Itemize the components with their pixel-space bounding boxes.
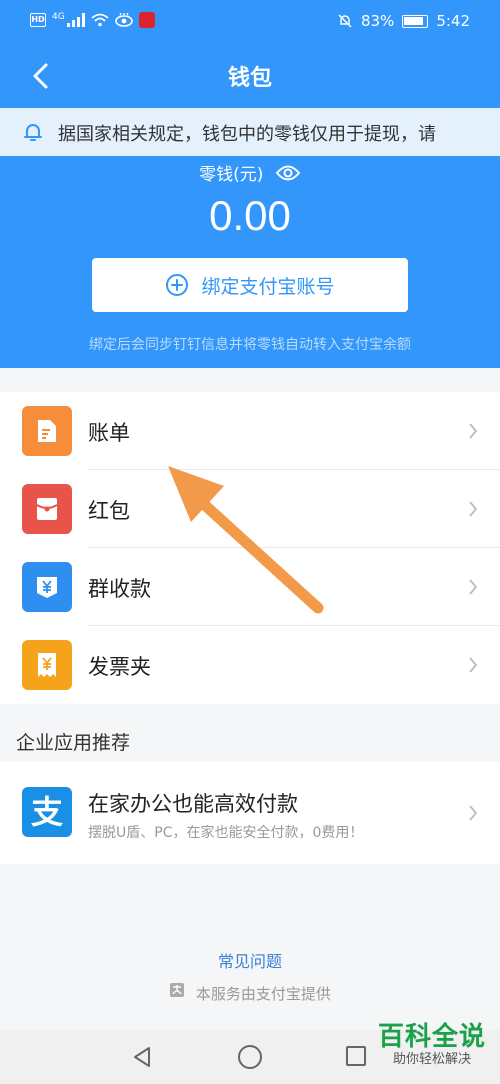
hd-icon: HD [30,13,46,27]
watermark-sub: 助你轻松解决 [392,1052,471,1067]
menu-item-label: 红包 [88,499,130,523]
app-notification-icon [138,12,155,28]
faq-link[interactable]: 常见问题 [0,948,500,972]
provider-note: 本服务由支付宝提供 [0,982,500,1004]
bell-icon [24,124,42,141]
plus-circle-icon [166,274,189,296]
menu-item-label: 群收款 [88,577,151,601]
system-recents-icon[interactable] [346,1046,366,1066]
alipay-glyph: 支 [31,793,63,831]
balance-label-row: 零钱(元) [0,160,500,185]
battery-percent: 83% [360,12,395,30]
bill-icon [22,406,72,456]
eye-icon[interactable] [275,164,301,182]
wallet-menu: 账单 红包 群收款 发票夹 [0,392,500,704]
red-envelope-icon [22,484,72,534]
invoice-icon [22,640,72,690]
chevron-right-icon [469,579,478,595]
nav-bar: 钱包 [0,42,500,108]
notice-bar[interactable]: 据国家相关规定，钱包中的零钱仅用于提现，请 [0,108,500,156]
clock: 5:42 [436,12,470,30]
watermark: 百科全说 助你轻松解决 [372,1022,492,1068]
balance-label: 零钱(元) [199,165,264,185]
network-type: 4G [52,12,65,22]
system-home-icon[interactable] [238,1045,262,1069]
wifi-icon [91,13,109,27]
promo-card[interactable]: 支 在家办公也能高效付款 摆脱U盾、PC，在家也能安全付款，0费用！ [0,762,500,864]
menu-item-group-payment[interactable]: 群收款 [0,548,500,626]
signal-icon [66,13,85,27]
section-title: 企业应用推荐 [16,732,131,754]
menu-item-bill[interactable]: 账单 [0,392,500,470]
menu-item-red-envelope[interactable]: 红包 [0,470,500,548]
bind-alipay-button[interactable]: 绑定支付宝账号 [92,258,408,312]
group-payment-icon [22,562,72,612]
menu-item-label: 账单 [88,421,130,445]
promo-description: 摆脱U盾、PC，在家也能安全付款，0费用！ [88,825,364,841]
menu-item-label: 发票夹 [88,655,151,679]
system-back-icon[interactable] [132,1046,152,1068]
page-title: 钱包 [227,66,272,91]
battery-icon [402,14,429,28]
chevron-right-icon [469,657,478,673]
chevron-right-icon [469,501,478,517]
provider-text: 本服务由支付宝提供 [195,985,331,1003]
bind-alipay-label: 绑定支付宝账号 [201,275,335,298]
promo-title: 在家办公也能高效付款 [88,792,298,816]
alipay-icon: 支 [22,787,72,837]
menu-item-invoice[interactable]: 发票夹 [0,626,500,704]
chevron-right-icon [469,805,478,821]
status-bar: HD 4G 83% 5:42 [0,0,500,42]
eye-care-icon [114,13,133,27]
watermark-main: 百科全说 [377,1022,486,1052]
chevron-right-icon [469,423,478,439]
balance-amount: 0.00 [209,192,291,239]
mute-bell-icon [338,14,352,28]
alipay-small-icon [170,983,185,997]
notice-text: 据国家相关规定，钱包中的零钱仅用于提现，请 [58,124,436,145]
bind-hint: 绑定后会同步钉钉信息并将零钱自动转入支付宝余额 [89,337,411,353]
